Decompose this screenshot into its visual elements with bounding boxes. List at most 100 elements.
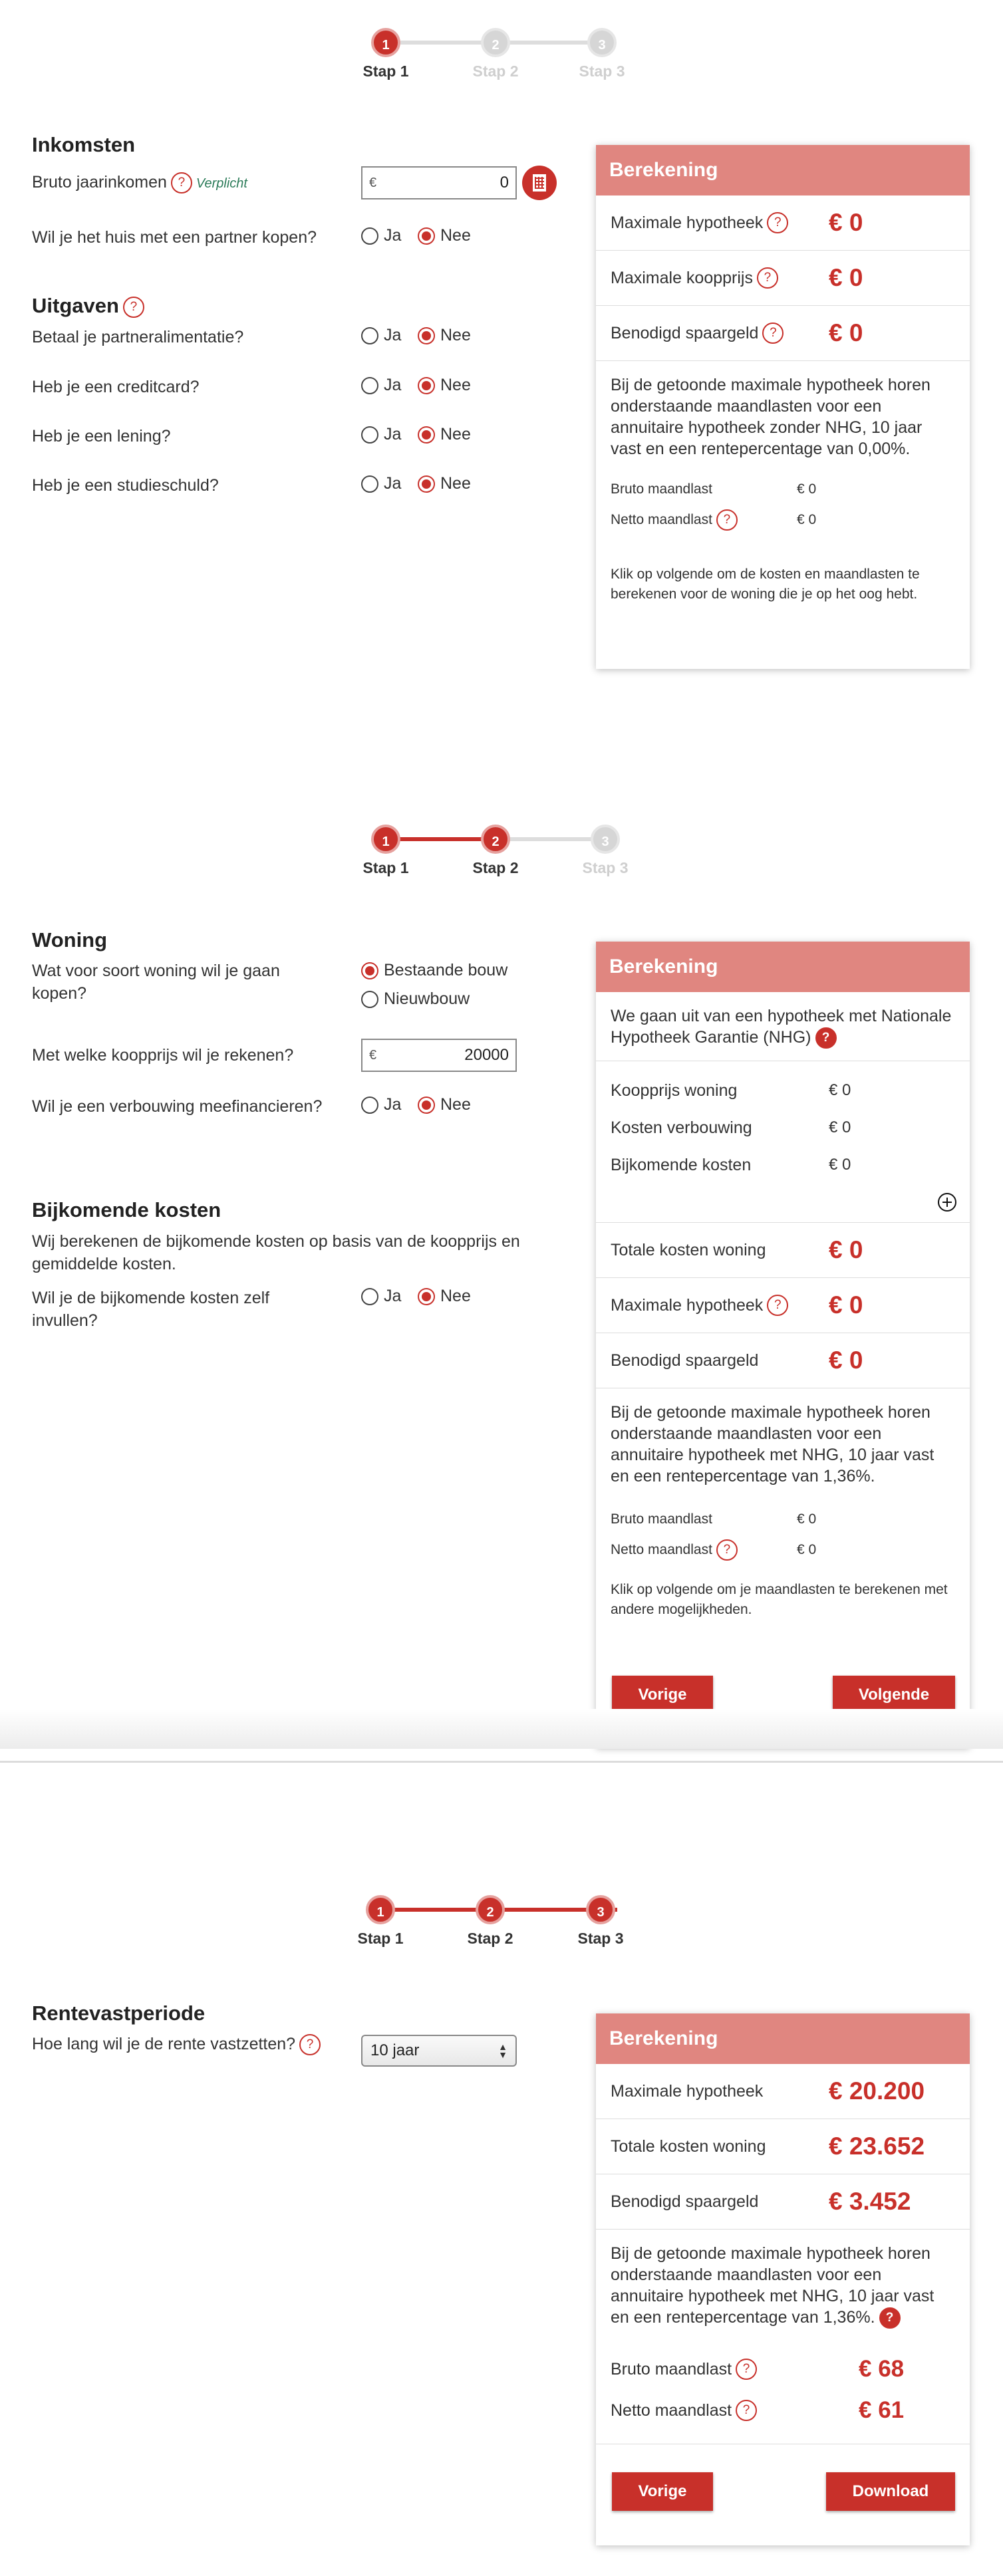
berekening-panel: Berekening Maximale hypotheek? € 0 Maxima… [596, 145, 970, 669]
lening-nee-radio[interactable]: Nee [418, 425, 471, 444]
step-2[interactable]: 2 Stap 2 [456, 28, 535, 80]
step-2[interactable]: 2 Stap 2 [456, 825, 535, 877]
help-icon[interactable]: ? [716, 1539, 738, 1561]
kosten-verbouwing-row: Kosten verbouwing € 0 [611, 1118, 851, 1137]
help-icon[interactable]: ? [756, 267, 778, 289]
maandlasten-text: Bij de getoonde maximale hypotheek horen… [596, 2230, 970, 2329]
inkomsten-heading: Inkomsten [32, 133, 136, 156]
bruto-jaarinkomen-label: Bruto jaarinkomen? Verplicht [32, 171, 247, 195]
step-1[interactable]: 1 Stap 1 [346, 825, 426, 877]
alimentatie-question: Betaal je partneralimentatie? [32, 328, 244, 346]
koopprijs-question: Met welke koopprijs wil je rekenen? [32, 1046, 294, 1065]
alimentatie-nee-radio[interactable]: Nee [418, 326, 471, 345]
spaargeld-row: Benodigd spaargeld? € 0 [596, 306, 970, 361]
panel-title: Berekening [596, 145, 970, 195]
netto-maandlast-row: Netto maandlast? € 0 [596, 505, 970, 535]
bruto-maandlast-row: Bruto maandlast € 0 [611, 481, 817, 497]
step-3[interactable]: 3 Stap 3 [565, 825, 645, 877]
partner-ja-radio[interactable]: Ja [361, 226, 401, 245]
progress-stepper: 1 Stap 1 2 Stap 2 3 Stap 3 [346, 28, 665, 88]
netto-maandlast-row: Netto maandlast? € 0 [596, 1535, 970, 1565]
bijkomende-kosten-row: Bijkomende kosten € 0 [611, 1155, 851, 1174]
select-arrows-icon: ▲ ▼ [498, 2041, 507, 2060]
uitgaven-heading: Uitgaven? [32, 294, 144, 318]
step-1[interactable]: 1 Stap 1 [341, 1895, 420, 1948]
koopprijs-woning-row: Koopprijs woning € 0 [611, 1081, 851, 1100]
maandlasten-text: Bij de getoonde maximale hypotheek horen… [611, 376, 931, 458]
panel-title: Berekening [596, 942, 970, 992]
alimentatie-ja-radio[interactable]: Ja [361, 326, 401, 345]
help-icon[interactable]: ? [767, 212, 789, 233]
bruto-maandlast-row: Bruto maandlast? € 68 [611, 2356, 905, 2383]
bijkomende-kosten-heading: Bijkomende kosten [32, 1198, 221, 1222]
max-hypotheek-row: Maximale hypotheek? € 0 [596, 1278, 970, 1334]
spaargeld-row: Benodigd spaargeld € 0 [596, 1333, 970, 1389]
rentevastperiode-heading: Rentevastperiode [32, 2001, 206, 2025]
lening-question: Heb je een lening? [32, 427, 171, 446]
max-hypotheek-row: Maximale hypotheek € 20.200 [596, 2064, 970, 2119]
lening-ja-radio[interactable]: Ja [361, 425, 401, 444]
step3-section: 1 Stap 1 2 Stap 2 3 Stap 3 Rentevastperi… [0, 1763, 1003, 2576]
bruto-maandlast-row: Bruto maandlast € 0 [611, 1511, 817, 1527]
nieuwbouw-radio[interactable]: Nieuwbouw [361, 989, 470, 1009]
partner-nee-radio[interactable]: Nee [418, 226, 471, 245]
expand-plus-icon[interactable] [938, 1193, 956, 1212]
verbouwing-question: Wil je een verbouwing meefinancieren? [32, 1097, 323, 1116]
max-koopprijs-row: Maximale koopprijs? € 0 [596, 251, 970, 306]
rentevast-select[interactable]: 10 jaar ▲ ▼ [361, 2035, 517, 2067]
studieschuld-nee-radio[interactable]: Nee [418, 474, 471, 493]
studieschuld-ja-radio[interactable]: Ja [361, 474, 401, 493]
verbouwing-nee-radio[interactable]: Nee [418, 1095, 471, 1114]
step-3[interactable]: 3 Stap 3 [561, 1895, 641, 1948]
soort-woning-question: Wat voor soort woning wil je gaan kopen? [32, 962, 280, 1003]
bestaande-bouw-radio[interactable]: Bestaande bouw [361, 961, 507, 980]
help-icon[interactable]: ? [716, 509, 738, 531]
creditcard-nee-radio[interactable]: Nee [418, 376, 471, 395]
help-icon[interactable]: ? [736, 2400, 758, 2422]
max-hypotheek-row: Maximale hypotheek? € 0 [596, 195, 970, 251]
help-icon[interactable]: ? [879, 2307, 901, 2329]
totale-kosten-row: Totale kosten woning € 23.652 [596, 2119, 970, 2174]
zelf-ja-radio[interactable]: Ja [361, 1287, 401, 1306]
panel-title: Berekening [596, 2013, 970, 2064]
help-icon[interactable]: ? [170, 172, 192, 194]
help-icon[interactable]: ? [299, 2034, 321, 2056]
help-icon[interactable]: ? [815, 1027, 837, 1049]
zelf-invullen-question: Wil je de bijkomende kosten zelf invulle… [32, 1289, 270, 1330]
step1-section: 1 Stap 1 2 Stap 2 3 Stap 3 Inkomsten Bru… [0, 0, 1003, 731]
rente-question: Hoe lang wil je de rente vastzetten?? [32, 2033, 321, 2056]
help-icon[interactable]: ? [122, 296, 144, 318]
totale-kosten-row: Totale kosten woning € 0 [596, 1223, 970, 1279]
berekening-panel: Berekening We gaan uit van een hypotheek… [596, 942, 970, 1747]
berekening-panel: Berekening Maximale hypotheek € 20.200 To… [596, 2013, 970, 2545]
step-1[interactable]: 1 Stap 1 [346, 28, 426, 80]
zelf-nee-radio[interactable]: Nee [418, 1287, 471, 1306]
bijkomende-kosten-text: Wij berekenen de bijkomende kosten op ba… [32, 1232, 520, 1273]
bruto-jaarinkomen-input[interactable]: €0 [361, 166, 517, 199]
maandlasten-text: Bij de getoonde maximale hypotheek horen… [611, 1403, 934, 1486]
download-button[interactable]: Download [826, 2472, 955, 2511]
step-3[interactable]: 3 Stap 3 [562, 28, 642, 80]
required-label: Verplicht [196, 176, 247, 191]
woning-heading: Woning [32, 928, 108, 952]
help-icon[interactable]: ? [762, 322, 784, 344]
step-2[interactable]: 2 Stap 2 [450, 1895, 530, 1948]
creditcard-ja-radio[interactable]: Ja [361, 376, 401, 395]
progress-stepper: 1 Stap 1 2 Stap 2 3 Stap 3 [346, 825, 665, 884]
partner-question: Wil je het huis met een partner kopen? [32, 228, 317, 247]
step2-section: 1 Stap 1 2 Stap 2 3 Stap 3 Woning Wat vo… [0, 731, 1003, 1763]
verbouwing-ja-radio[interactable]: Ja [361, 1095, 401, 1114]
vorige-button[interactable]: Vorige [612, 2472, 713, 2511]
panel-footer-text: Klik op volgende om je maandlasten te be… [611, 1582, 948, 1618]
nhg-text: We gaan uit van een hypotheek met Nation… [596, 992, 970, 1062]
help-icon[interactable]: ? [767, 1295, 789, 1317]
calculator-icon[interactable] [522, 166, 557, 200]
panel-footer-text: Klik op volgende om de kosten en maandla… [611, 567, 920, 602]
studieschuld-question: Heb je een studieschuld? [32, 476, 219, 495]
netto-maandlast-row: Netto maandlast? € 61 [611, 2397, 905, 2424]
koopprijs-input[interactable]: €20000 [361, 1039, 517, 1072]
progress-stepper: 1 Stap 1 2 Stap 2 3 Stap 3 [346, 1895, 665, 1955]
spaargeld-row: Benodigd spaargeld € 3.452 [596, 2174, 970, 2230]
creditcard-question: Heb je een creditcard? [32, 378, 200, 396]
help-icon[interactable]: ? [736, 2359, 758, 2381]
